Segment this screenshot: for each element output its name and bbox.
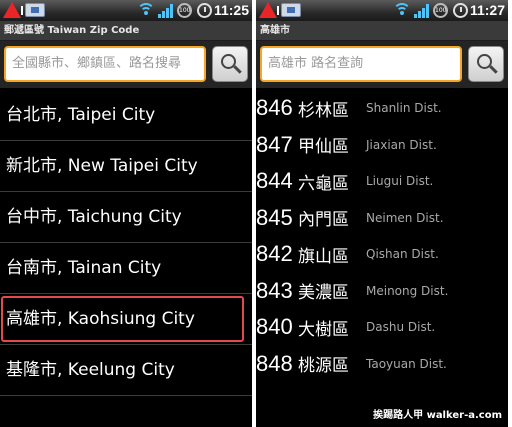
search-row: 全國縣市、鄉鎮區、路名搜尋 — [0, 41, 252, 88]
city-item-taipei[interactable]: 台北市, Taipei City — [0, 90, 252, 141]
zip-code: 840 — [256, 314, 293, 340]
battery-icon: 100 — [433, 3, 448, 18]
city-item-new-taipei[interactable]: 新北市, New Taipei City — [0, 141, 252, 192]
district-name: 大樹區 — [298, 319, 349, 340]
zip-code: 844 — [256, 168, 293, 194]
district-item[interactable]: 843 美濃區 Meinong Dist. — [256, 273, 508, 310]
city-item-kaohsiung[interactable]: 高雄市, Kaohsiung City — [0, 294, 252, 345]
search-row: 高雄市 路名查詢 — [256, 41, 508, 88]
status-bar: 100 11:27 — [256, 0, 508, 21]
status-time: 11:25 — [213, 2, 249, 18]
alarm-icon — [453, 3, 468, 18]
zip-code: 846 — [256, 95, 293, 121]
search-input[interactable]: 全國縣市、鄉鎮區、路名搜尋 — [4, 46, 206, 82]
wifi-icon — [393, 3, 411, 18]
search-button[interactable] — [468, 46, 504, 82]
city-item-taichung[interactable]: 台中市, Taichung City — [0, 192, 252, 243]
district-name: 甲仙區 — [298, 137, 349, 158]
app-title: 高雄市 — [256, 21, 508, 41]
district-name: 美濃區 — [298, 283, 349, 304]
district-item[interactable]: 840 大樹區 Dashu Dist. — [256, 309, 508, 346]
district-item[interactable]: 845 內門區 Neimen Dist. — [256, 200, 508, 237]
city-item-keelung[interactable]: 基隆市, Keelung City — [0, 345, 252, 396]
usb-icon — [281, 3, 301, 17]
district-english: Neimen Dist. — [366, 210, 444, 225]
signal-icon — [158, 3, 174, 18]
usb-icon — [25, 3, 45, 17]
district-english: Qishan Dist. — [366, 247, 439, 262]
warning-icon — [3, 2, 23, 18]
district-name: 杉林區 — [298, 100, 349, 121]
watermark: 挨踢路人甲 walker-a.com — [373, 410, 502, 421]
alarm-icon — [197, 3, 212, 18]
app-title: 郵遞區號 Taiwan Zip Code — [0, 21, 252, 41]
district-item[interactable]: 848 桃源區 Taoyuan Dist. — [256, 346, 508, 383]
zip-code: 847 — [256, 131, 293, 157]
district-english: Dashu Dist. — [366, 320, 436, 335]
search-input[interactable]: 高雄市 路名查詢 — [260, 46, 462, 82]
status-time: 11:27 — [469, 2, 505, 18]
battery-icon: 100 — [177, 3, 192, 18]
city-item-tainan[interactable]: 台南市, Tainan City — [0, 243, 252, 294]
city-list: 台北市, Taipei City 新北市, New Taipei City 台中… — [0, 90, 252, 396]
zip-code: 845 — [256, 204, 293, 230]
district-item[interactable]: 844 六龜區 Liugui Dist. — [256, 163, 508, 200]
search-button[interactable] — [212, 46, 248, 82]
district-english: Meinong Dist. — [366, 283, 449, 298]
zip-code: 848 — [256, 350, 293, 376]
district-item[interactable]: 847 甲仙區 Jiaxian Dist. — [256, 127, 508, 164]
district-item[interactable]: 846 杉林區 Shanlin Dist. — [256, 90, 508, 127]
district-name: 桃源區 — [298, 356, 349, 377]
warning-icon — [259, 2, 279, 18]
district-name: 內門區 — [298, 210, 349, 231]
district-name: 六龜區 — [298, 173, 349, 194]
zip-code: 843 — [256, 277, 293, 303]
district-item[interactable]: 842 旗山區 Qishan Dist. — [256, 236, 508, 273]
left-screen: 100 11:25 郵遞區號 Taiwan Zip Code 全國縣市、鄉鎮區、… — [0, 0, 252, 427]
district-english: Taoyuan Dist. — [366, 356, 447, 371]
wifi-icon — [137, 3, 155, 18]
zip-code: 842 — [256, 241, 293, 267]
district-list: 846 杉林區 Shanlin Dist. 847 甲仙區 Jiaxian Di… — [256, 90, 508, 382]
district-english: Shanlin Dist. — [366, 101, 442, 116]
right-screen: 100 11:27 高雄市 高雄市 路名查詢 846 杉林區 Shanlin D… — [256, 0, 508, 427]
district-name: 旗山區 — [298, 246, 349, 267]
district-english: Liugui Dist. — [366, 174, 434, 189]
signal-icon — [414, 3, 430, 18]
status-bar: 100 11:25 — [0, 0, 252, 21]
district-english: Jiaxian Dist. — [366, 137, 437, 152]
